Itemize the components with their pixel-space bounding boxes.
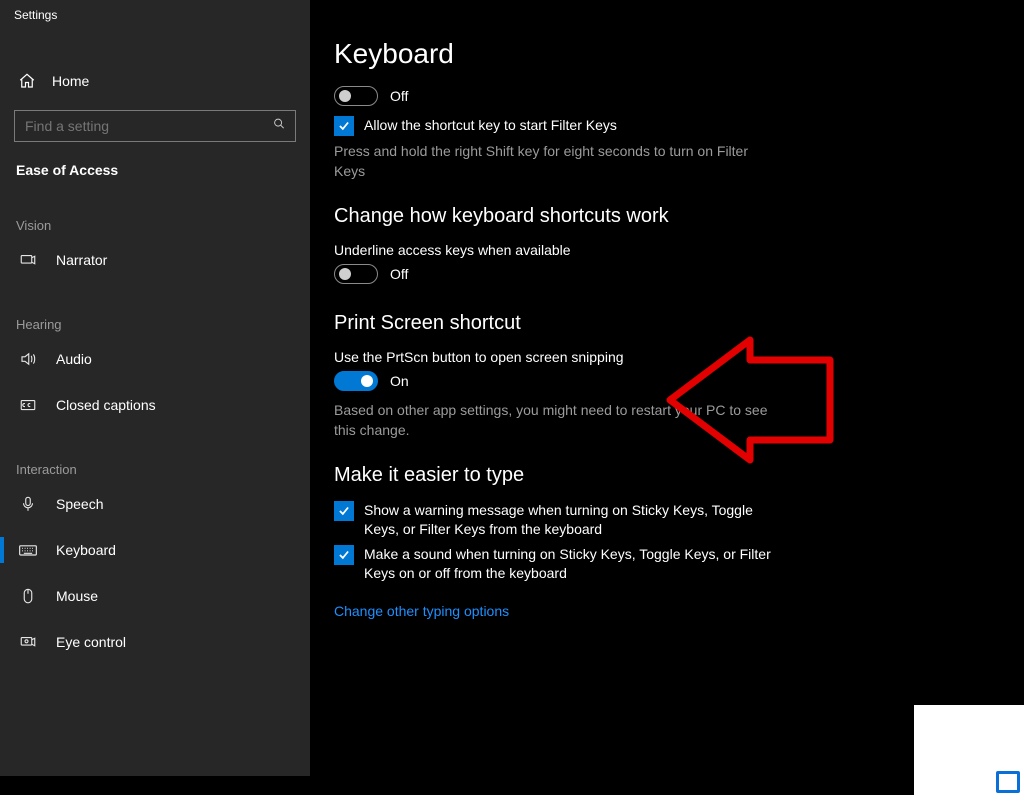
sidebar-item-label: Audio: [56, 351, 92, 367]
section-prtscn: Print Screen shortcut: [334, 312, 1024, 335]
sidebar-item-closed-captions[interactable]: Closed captions: [0, 382, 310, 428]
sidebar-item-label: Closed captions: [56, 397, 156, 413]
sidebar-group-vision: Vision: [0, 184, 310, 237]
speech-icon: [18, 494, 38, 514]
main-content: Keyboard Off Allow the shortcut key to s…: [310, 0, 1024, 795]
section-shortcuts: Change how keyboard shortcuts work: [334, 205, 1024, 228]
filter-keys-toggle-state: Off: [390, 88, 408, 104]
sidebar-item-speech[interactable]: Speech: [0, 481, 310, 527]
warning-checkbox[interactable]: [334, 501, 354, 521]
other-typing-link[interactable]: Change other typing options: [334, 603, 509, 619]
keyboard-icon: [18, 540, 38, 560]
sidebar-item-audio[interactable]: Audio: [0, 336, 310, 382]
sound-checkbox[interactable]: [334, 545, 354, 565]
filter-shortcut-checkbox[interactable]: [334, 116, 354, 136]
sidebar-group-hearing: Hearing: [0, 283, 310, 336]
audio-icon: [18, 349, 38, 369]
home-icon: [18, 72, 36, 90]
sidebar-item-label: Mouse: [56, 588, 98, 604]
section-easier: Make it easier to type: [334, 464, 1024, 487]
sidebar-item-keyboard[interactable]: Keyboard: [0, 527, 310, 573]
home-label: Home: [52, 73, 89, 89]
page-title: Keyboard: [334, 38, 1024, 70]
underline-label: Underline access keys when available: [334, 242, 1024, 258]
window-title: Settings: [0, 0, 310, 22]
sidebar-group-interaction: Interaction: [0, 428, 310, 481]
eye-icon: [18, 632, 38, 652]
narrator-icon: [18, 250, 38, 270]
sidebar: Settings Home Ease of Access Vision Narr…: [0, 0, 310, 776]
sidebar-item-eye-control[interactable]: Eye control: [0, 619, 310, 665]
captions-icon: [18, 395, 38, 415]
sidebar-item-narrator[interactable]: Narrator: [0, 237, 310, 283]
sidebar-section-header: Ease of Access: [0, 142, 310, 184]
prtscn-label: Use the PrtScn button to open screen sni…: [334, 349, 1024, 365]
sidebar-item-label: Speech: [56, 496, 103, 512]
filter-keys-toggle[interactable]: [334, 86, 378, 106]
sound-check-label: Make a sound when turning on Sticky Keys…: [364, 545, 784, 583]
mouse-icon: [18, 586, 38, 606]
sidebar-item-label: Eye control: [56, 634, 126, 650]
underline-toggle-state: Off: [390, 266, 408, 282]
prtscn-hint: Based on other app settings, you might n…: [334, 401, 774, 440]
warning-check-label: Show a warning message when turning on S…: [364, 501, 784, 539]
underline-toggle[interactable]: [334, 264, 378, 284]
search-input[interactable]: [14, 110, 296, 142]
filter-hint: Press and hold the right Shift key for e…: [334, 142, 774, 181]
filter-shortcut-label: Allow the shortcut key to start Filter K…: [364, 116, 617, 135]
sidebar-item-mouse[interactable]: Mouse: [0, 573, 310, 619]
watermark-box: [914, 705, 1024, 795]
sidebar-item-label: Narrator: [56, 252, 107, 268]
sidebar-item-label: Keyboard: [56, 542, 116, 558]
sidebar-home[interactable]: Home: [0, 64, 310, 98]
prtscn-toggle-state: On: [390, 373, 409, 389]
prtscn-toggle[interactable]: [334, 371, 378, 391]
